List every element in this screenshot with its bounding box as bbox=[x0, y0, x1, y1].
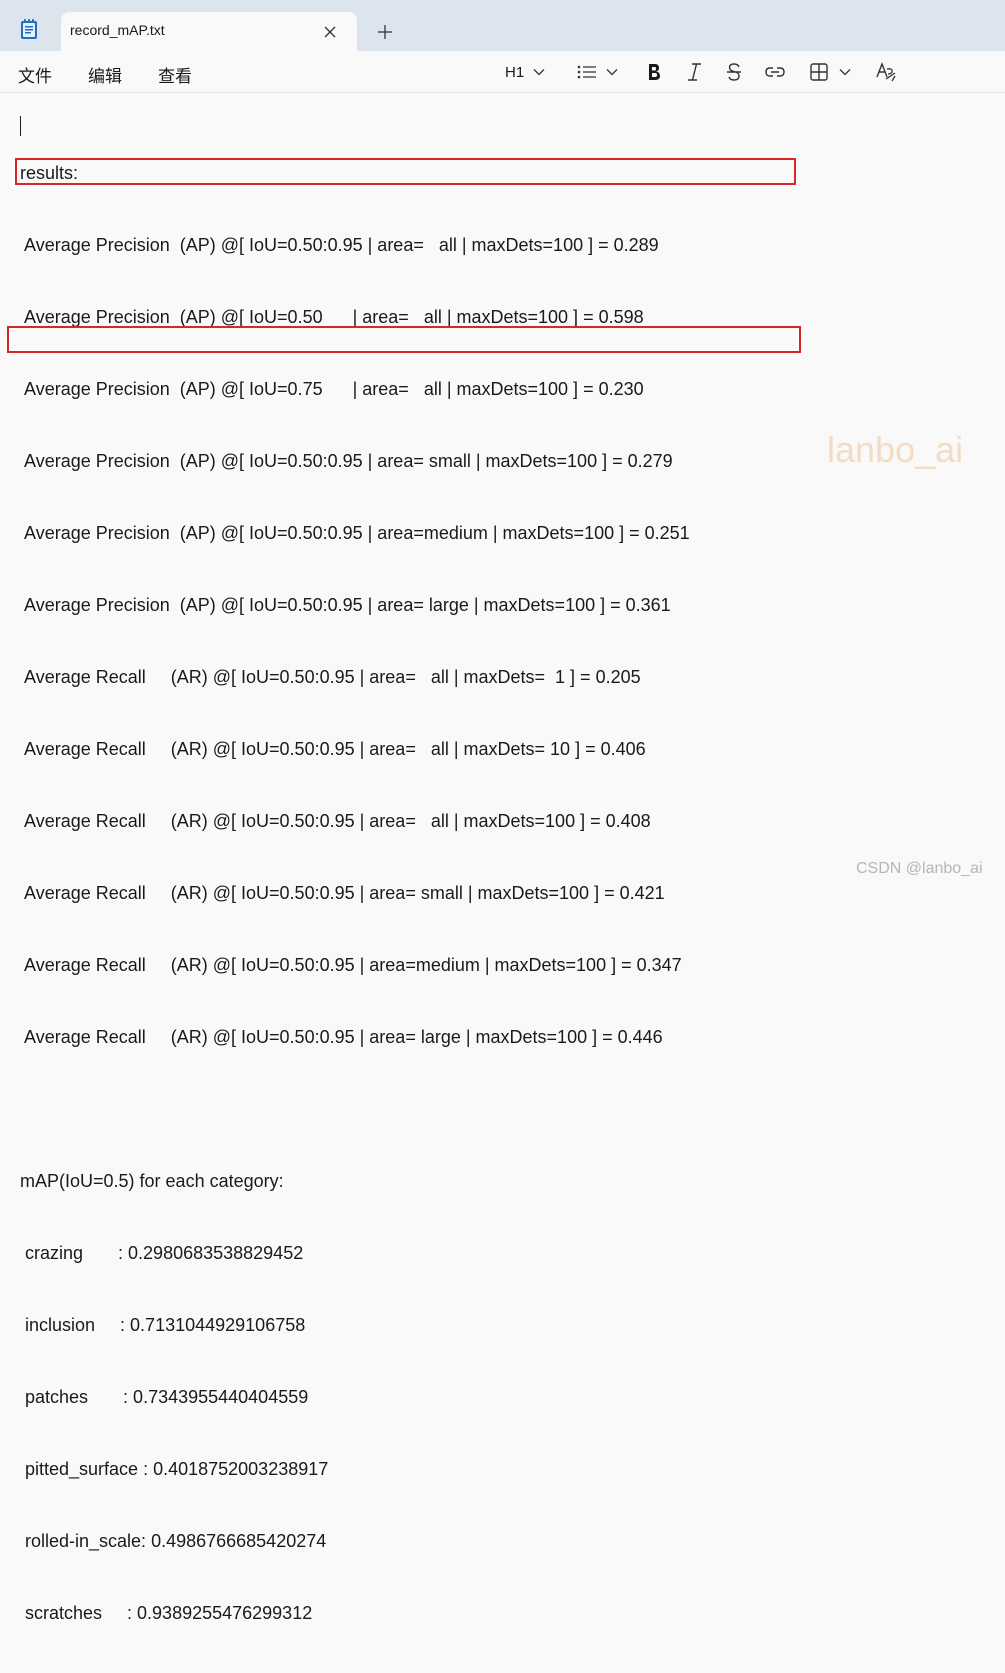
watermark: lanbo_ai bbox=[827, 429, 964, 470]
menu-edit[interactable]: 编辑 bbox=[88, 62, 122, 87]
tab-record-map[interactable]: record_mAP.txt bbox=[61, 12, 357, 51]
text-line: Average Recall (AR) @[ IoU=0.50:0.95 | a… bbox=[20, 1027, 663, 1047]
credit-label: CSDN @lanbo_ai bbox=[856, 860, 983, 877]
italic-icon bbox=[685, 62, 703, 82]
table-icon bbox=[809, 62, 829, 82]
text-caret bbox=[20, 116, 21, 136]
notepad-icon bbox=[20, 18, 38, 40]
highlight-box-ar100 bbox=[7, 326, 801, 353]
text-line: mAP(IoU=0.5) for each category: bbox=[20, 1171, 284, 1191]
menu-bar: 文件 编辑 查看 H1 bbox=[0, 51, 1005, 93]
list-dropdown[interactable] bbox=[577, 61, 618, 83]
text-line: Average Recall (AR) @[ IoU=0.50:0.95 | a… bbox=[20, 667, 641, 687]
text-line: Average Recall (AR) @[ IoU=0.50:0.95 | a… bbox=[20, 739, 646, 759]
menu-view[interactable]: 查看 bbox=[158, 62, 192, 87]
text-line: pitted_surface : 0.4018752003238917 bbox=[20, 1459, 329, 1479]
title-bar: record_mAP.txt bbox=[0, 0, 1005, 51]
table-dropdown[interactable] bbox=[809, 61, 851, 83]
strikethrough-icon bbox=[725, 62, 743, 82]
list-icon bbox=[577, 64, 597, 80]
link-icon bbox=[764, 65, 786, 79]
text-line: patches : 0.7343955440404559 bbox=[20, 1387, 309, 1407]
chevron-down-icon bbox=[533, 68, 545, 76]
close-icon[interactable] bbox=[322, 24, 338, 40]
chevron-down-icon bbox=[839, 68, 851, 76]
clear-formatting-icon bbox=[875, 62, 897, 82]
text-editor[interactable]: results: Average Precision (AP) @[ IoU=0… bbox=[0, 93, 1005, 1623]
text-line: Average Recall (AR) @[ IoU=0.50:0.95 | a… bbox=[20, 883, 665, 903]
text-line: Average Precision (AP) @[ IoU=0.50:0.95 … bbox=[20, 595, 671, 615]
plus-icon[interactable] bbox=[376, 23, 394, 41]
heading-dropdown[interactable]: H1 bbox=[505, 61, 545, 83]
tab-title: record_mAP.txt bbox=[70, 22, 165, 38]
chevron-down-icon bbox=[606, 68, 618, 76]
text-line: Average Precision (AP) @[ IoU=0.50:0.95 … bbox=[20, 523, 690, 543]
menu-file[interactable]: 文件 bbox=[18, 62, 52, 87]
heading-label: H1 bbox=[505, 63, 525, 81]
text-line bbox=[20, 1097, 690, 1121]
strikethrough-button[interactable] bbox=[725, 61, 743, 83]
text-line: Average Precision (AP) @[ IoU=0.50:0.95 … bbox=[20, 451, 673, 471]
italic-button[interactable] bbox=[685, 61, 703, 83]
text-line: Average Recall (AR) @[ IoU=0.50:0.95 | a… bbox=[20, 811, 651, 831]
text-line: Average Precision (AP) @[ IoU=0.50:0.95 … bbox=[20, 235, 659, 255]
clear-formatting-button[interactable] bbox=[875, 61, 897, 83]
text-line: Average Precision (AP) @[ IoU=0.75 | are… bbox=[20, 379, 644, 399]
text-line: inclusion : 0.7131044929106758 bbox=[20, 1315, 306, 1335]
text-line: Average Recall (AR) @[ IoU=0.50:0.95 | a… bbox=[20, 955, 682, 975]
text-line: crazing : 0.2980683538829452 bbox=[20, 1243, 304, 1263]
bold-button[interactable] bbox=[645, 61, 663, 83]
text-line: scratches : 0.9389255476299312 bbox=[20, 1603, 313, 1623]
link-button[interactable] bbox=[764, 61, 786, 83]
text-line: rolled-in_scale: 0.4986766685420274 bbox=[20, 1531, 327, 1551]
bold-icon bbox=[645, 62, 663, 82]
highlight-box-ap50 bbox=[15, 158, 796, 185]
